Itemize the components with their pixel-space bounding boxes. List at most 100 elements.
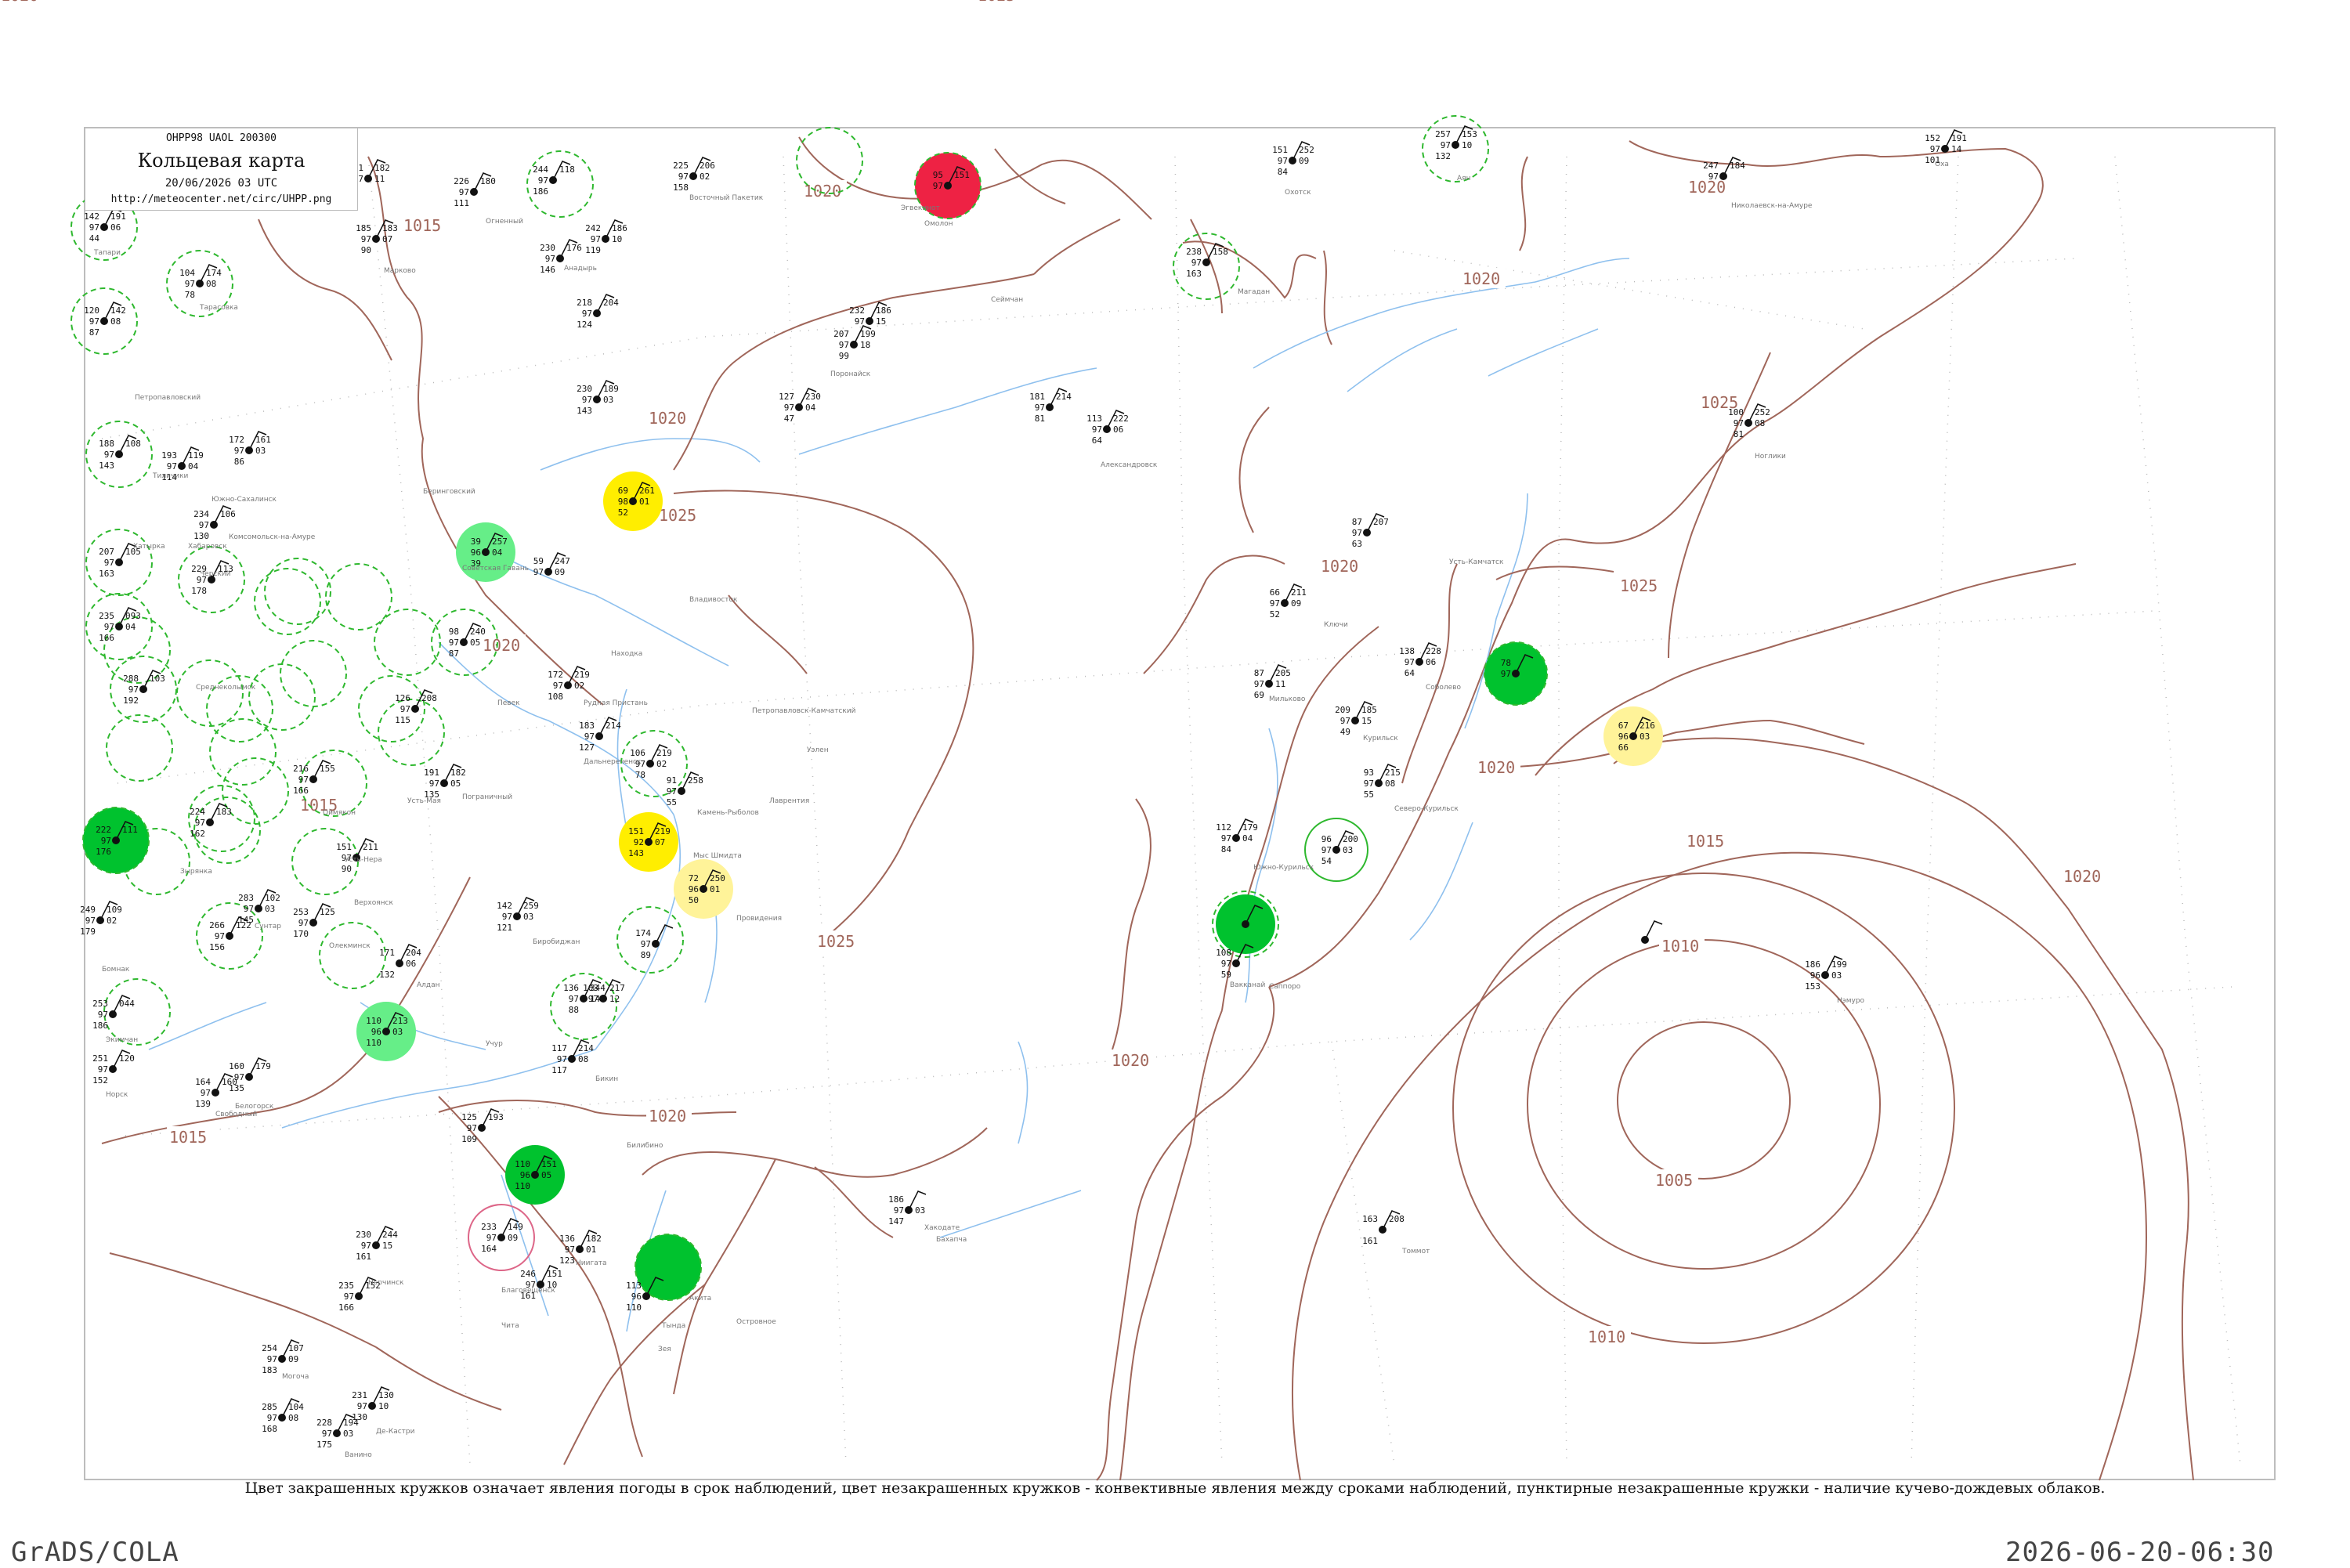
place-name: Южно-Курильск <box>1253 864 1314 872</box>
place-name: Островное <box>736 1318 776 1326</box>
place-name: Бикин <box>595 1075 618 1083</box>
station-value: 119 <box>585 245 601 255</box>
place-name: Лаврентия <box>769 797 809 805</box>
station-value: 09 <box>508 1233 518 1243</box>
station-value: 12 <box>609 994 620 1004</box>
isobar-label: 1015 <box>169 1128 207 1147</box>
station-plot: 21897124 204 <box>577 294 619 330</box>
place-name: Дальнереченск <box>584 758 642 766</box>
station-value: 39 <box>471 537 481 547</box>
station-value: 136 <box>559 1234 575 1244</box>
station-value: 97 <box>449 638 459 648</box>
station-value: 95 <box>933 170 943 180</box>
station-value: 253 <box>92 999 108 1009</box>
station-plot: 1279747 23004 <box>779 388 821 424</box>
station-value: 97 <box>894 1205 904 1216</box>
station-value: 44 <box>89 233 100 244</box>
station-plot: 1429744 19106 <box>84 208 126 244</box>
station-value: 152 <box>92 1075 108 1086</box>
station-value: 182 <box>374 163 390 173</box>
station-value: 222 <box>96 825 111 835</box>
station-value: 98 <box>449 627 459 637</box>
place-name: Сунтар <box>255 923 281 930</box>
station-value: 04 <box>188 461 199 471</box>
station-value: 207 <box>99 547 114 557</box>
station-value: 97 <box>1035 403 1045 413</box>
station-value: 168 <box>262 1424 277 1434</box>
isobar-label: 1020 <box>1688 178 1726 197</box>
station-value: 143 <box>99 461 114 471</box>
station-value: 81 <box>1035 414 1045 424</box>
station-value: 214 <box>1056 392 1072 402</box>
station-value: 199 <box>860 329 876 339</box>
station-plot: 25797132 15310 <box>1435 125 1477 161</box>
station-value: 97 <box>128 685 139 695</box>
station-value: 161 <box>1362 1236 1378 1246</box>
station-value: 193 <box>488 1112 504 1122</box>
station-value: 156 <box>209 942 225 952</box>
station-plot: 28397145 10203 <box>238 889 280 925</box>
station-value: 97 <box>1270 598 1280 609</box>
station-value: 97 <box>1191 258 1202 268</box>
station-value: 97 <box>459 187 469 197</box>
station-value: 06 <box>406 959 416 969</box>
station-value: 222 <box>1113 414 1129 424</box>
station-value: 97 <box>582 309 592 319</box>
station-value: 97 <box>588 994 598 1004</box>
station-value: 10 <box>612 234 622 244</box>
station-value: 99 <box>839 351 849 361</box>
station-value: 217 <box>609 983 625 993</box>
station-plot: 2099749 18515 <box>1335 701 1377 737</box>
station-value: 238 <box>1186 247 1202 257</box>
station-value: 67 <box>1618 721 1629 731</box>
station-value: 06 <box>110 222 121 233</box>
place-name: Тиличики <box>152 472 189 480</box>
station-value: 182 <box>586 1234 602 1244</box>
place-name: Мыс Шмидта <box>693 852 742 860</box>
place-name: Певек <box>497 699 520 707</box>
station-value: 01 <box>710 884 720 894</box>
station-value: 163 <box>1186 269 1202 279</box>
station-value: 143 <box>628 848 644 858</box>
station-value: 164 <box>481 1244 497 1254</box>
station-value: 117 <box>551 1043 567 1053</box>
station-value: 66 <box>1270 587 1280 598</box>
station-plot: 2079799 19918 <box>833 325 876 361</box>
station-value: 69 <box>618 486 628 496</box>
station-value: 97 <box>584 732 595 742</box>
place-name: Курильск <box>1363 735 1398 742</box>
station-plot: 1389764 22806 <box>1399 642 1441 678</box>
station-value: 81 <box>1734 429 1744 439</box>
station-value: 191 <box>110 211 126 222</box>
station-value: 97 <box>234 446 244 456</box>
station-value: 121 <box>497 923 512 933</box>
station-value: 123 <box>559 1255 575 1266</box>
station-value: 97 <box>101 836 111 846</box>
isobar-label: 1010 <box>1661 937 1699 956</box>
station-plot: 1919713518205 <box>424 764 466 800</box>
station-value: 78 <box>1501 658 1511 668</box>
place-name: Аян <box>1457 175 1471 182</box>
station-plot: 25497183 10709 <box>262 1339 304 1375</box>
isobar-label: 1020 <box>483 636 520 655</box>
station-value: 120 <box>119 1053 135 1064</box>
station-value: 185 <box>1361 705 1377 715</box>
station-value: 54 <box>1321 856 1332 866</box>
station-value: 97 <box>234 1072 244 1082</box>
station-value: 15 <box>1361 716 1372 726</box>
station-value: 97 <box>215 931 225 941</box>
station-value: 162 <box>190 829 205 839</box>
station-value: 214 <box>578 1043 594 1053</box>
station-value: 49 <box>1340 727 1350 737</box>
station-value: 249 <box>80 905 96 915</box>
station-plot: 23097161 24415 <box>356 1226 398 1262</box>
station-value: 97 <box>201 1088 211 1098</box>
station-value: 216 <box>293 764 309 774</box>
station-value: 09 <box>288 1354 298 1364</box>
place-name: Норск <box>106 1091 128 1099</box>
station-value: 09 <box>1299 156 1309 166</box>
place-name: Поронайск <box>830 370 871 378</box>
station-value: 97 <box>569 994 579 1004</box>
station-value: 192 <box>123 695 139 706</box>
isobar-label: 1020 <box>649 409 686 428</box>
